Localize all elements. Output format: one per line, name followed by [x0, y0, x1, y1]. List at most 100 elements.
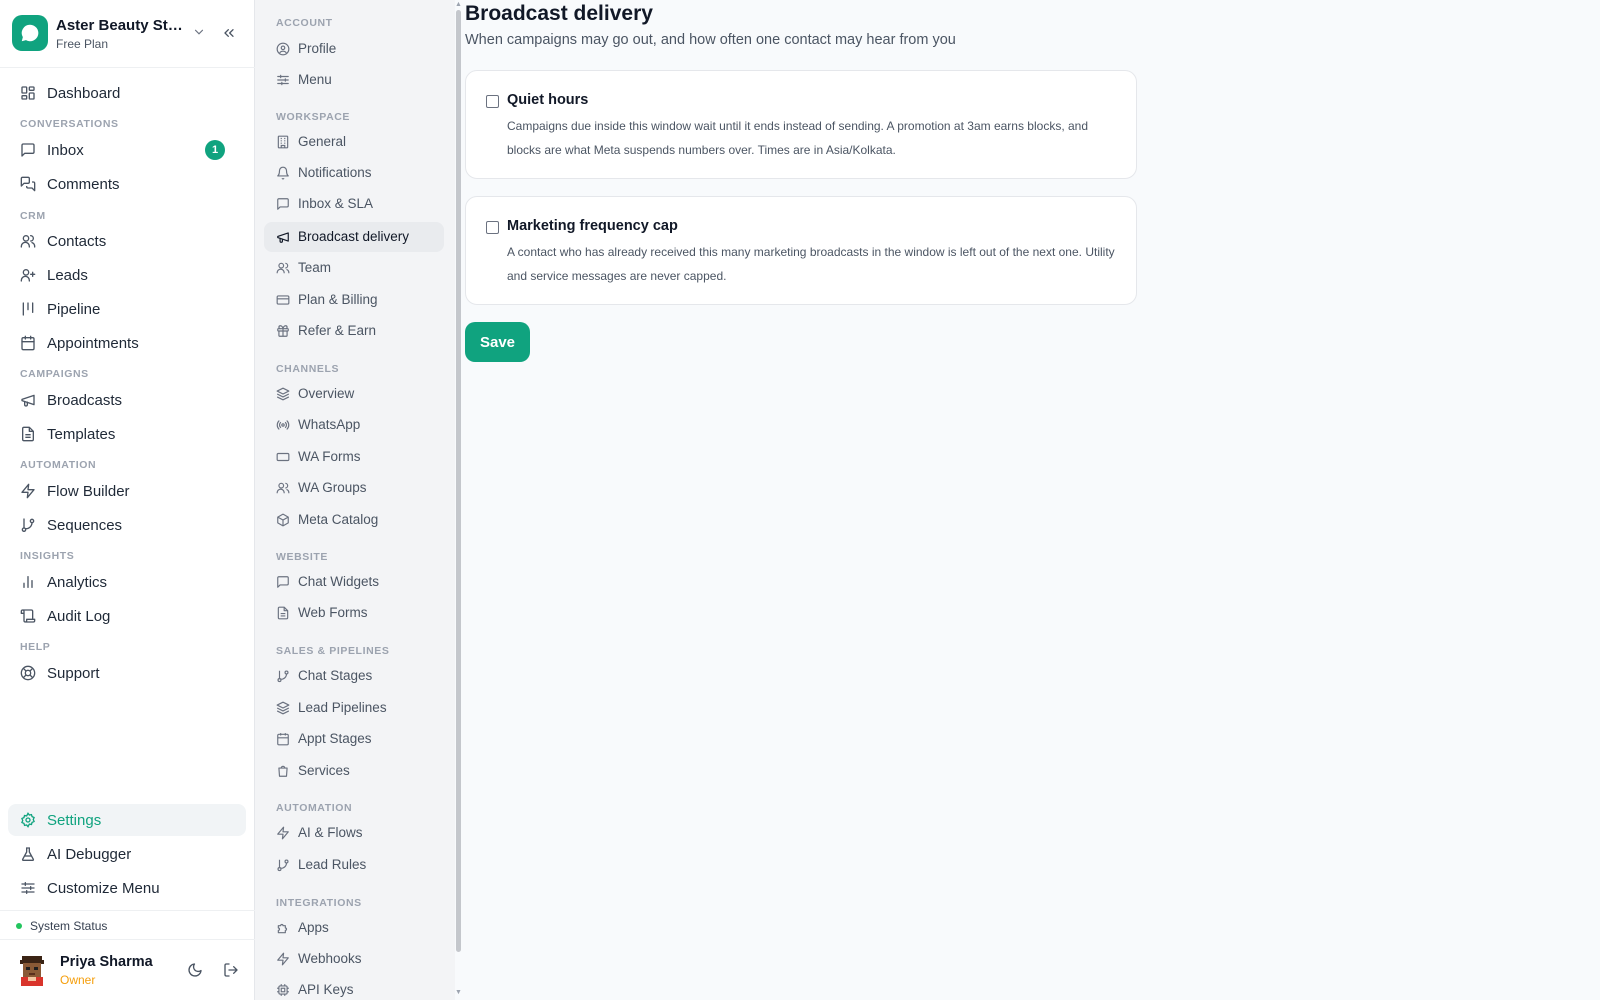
dashboard-icon [20, 85, 36, 101]
settings-item-plan-billing[interactable]: Plan & Billing [264, 285, 444, 315]
settings-item-general[interactable]: General [264, 127, 444, 157]
page-subtitle: When campaigns may go out, and how often… [465, 32, 956, 48]
chevron-down-icon[interactable] [192, 25, 206, 39]
nav-inbox-label: Inbox [47, 142, 84, 159]
avatar[interactable] [17, 954, 47, 986]
moon-icon[interactable] [187, 962, 203, 978]
puzzle-icon [276, 921, 290, 935]
settings-item-webhooks[interactable]: Webhooks [264, 944, 444, 974]
settings-item-broadcast-delivery[interactable]: Broadcast delivery [264, 222, 444, 252]
bell-icon [276, 166, 290, 180]
nav-customize-menu[interactable]: Customize Menu [8, 872, 246, 904]
settings-item-whatsapp[interactable]: WhatsApp [264, 410, 444, 440]
settings-item-notifications[interactable]: Notifications [264, 158, 444, 188]
nav-settings[interactable]: Settings [8, 804, 246, 836]
nav-comments[interactable]: Comments [8, 168, 246, 200]
nav-ai-debugger-label: AI Debugger [47, 846, 132, 863]
radio-icon [276, 418, 290, 432]
nav-appointments[interactable]: Appointments [8, 327, 246, 359]
nav-pipeline[interactable]: Pipeline [8, 293, 246, 325]
calendar-icon [276, 732, 290, 746]
nav-flow-builder[interactable]: Flow Builder [8, 475, 246, 507]
nav-audit-log[interactable]: Audit Log [8, 600, 246, 632]
settings-item-label: Broadcast delivery [298, 229, 410, 244]
save-button[interactable]: Save [465, 322, 530, 362]
system-status[interactable]: System Status [0, 910, 255, 940]
inbox-unread-badge: 1 [205, 140, 225, 160]
settings-item-label: Chat Widgets [298, 574, 380, 589]
nav-ai-debugger[interactable]: AI Debugger [8, 838, 246, 870]
settings-item-appt-stages[interactable]: Appt Stages [264, 724, 444, 754]
nav-templates[interactable]: Templates [8, 418, 246, 450]
messages-icon [20, 176, 36, 192]
zap-icon [20, 483, 36, 499]
nav-analytics[interactable]: Analytics [8, 566, 246, 598]
workspace-name: Aster Beauty Studio [56, 17, 186, 34]
nav-broadcasts-label: Broadcasts [47, 392, 123, 409]
settings-item-label: WhatsApp [298, 417, 361, 432]
zap-icon [276, 952, 290, 966]
quiet-hours-title: Quiet hours [507, 92, 589, 108]
settings-item-profile[interactable]: Profile [264, 34, 444, 64]
settings-item-label: Apps [298, 920, 329, 935]
sliders-icon [276, 73, 290, 87]
nav-dashboard[interactable]: Dashboard [8, 77, 246, 109]
zap-icon [276, 826, 290, 840]
settings-item-menu[interactable]: Menu [264, 65, 444, 95]
nav-inbox[interactable]: Inbox 1 [8, 134, 246, 166]
settings-item-label: Team [298, 260, 332, 275]
logout-icon[interactable] [223, 962, 239, 978]
page-title: Broadcast delivery [465, 2, 653, 25]
nav-customize-menu-label: Customize Menu [47, 880, 160, 897]
settings-item-label: Chat Stages [298, 668, 373, 683]
settings-item-label: Overview [298, 386, 355, 401]
settings-item-lead-rules[interactable]: Lead Rules [264, 850, 444, 880]
nav-broadcasts[interactable]: Broadcasts [8, 384, 246, 416]
workspace-switcher[interactable]: Aster Beauty Studio Free Plan [0, 0, 255, 68]
nav-contacts[interactable]: Contacts [8, 225, 246, 257]
quiet-hours-checkbox[interactable] [486, 95, 499, 108]
settings-item-web-forms[interactable]: Web Forms [264, 598, 444, 628]
sliders-icon [20, 880, 36, 896]
settings-section-integrations: INTEGRATIONS [276, 897, 362, 909]
layers-icon [276, 701, 290, 715]
settings-item-refer-earn[interactable]: Refer & Earn [264, 316, 444, 346]
settings-item-team[interactable]: Team [264, 253, 444, 283]
nav-support[interactable]: Support [8, 657, 246, 689]
settings-item-services[interactable]: Services [264, 756, 444, 786]
section-insights: INSIGHTS [20, 550, 75, 562]
nav-settings-label: Settings [47, 812, 102, 829]
settings-item-label: AI & Flows [298, 825, 363, 840]
settings-item-wa-forms[interactable]: WA Forms [264, 442, 444, 472]
settings-section-workspace: WORKSPACE [276, 111, 351, 123]
shopping-bag-icon [276, 764, 290, 778]
settings-item-label: Menu [298, 72, 332, 87]
status-dot [16, 923, 22, 929]
scroll-down-icon[interactable]: ▼ [455, 989, 462, 996]
settings-item-label: Lead Rules [298, 857, 367, 872]
scroll-up-icon[interactable]: ▲ [455, 1, 462, 8]
nav-leads[interactable]: Leads [8, 259, 246, 291]
settings-item-api-keys[interactable]: API Keys [264, 975, 444, 1000]
frequency-cap-description: A contact who has already received this … [507, 245, 1115, 283]
settings-item-overview[interactable]: Overview [264, 379, 444, 409]
settings-section-account: ACCOUNT [276, 17, 333, 29]
settings-item-lead-pipelines[interactable]: Lead Pipelines [264, 693, 444, 723]
settings-item-chat-stages[interactable]: Chat Stages [264, 661, 444, 691]
settings-item-inbox-sla[interactable]: Inbox & SLA [264, 189, 444, 219]
scrollbar-thumb[interactable] [456, 10, 461, 952]
frequency-cap-checkbox[interactable] [486, 221, 499, 234]
building-icon [276, 135, 290, 149]
collapse-sidebar-icon[interactable] [221, 25, 237, 41]
settings-item-label: Profile [298, 41, 337, 56]
settings-item-chat-widgets[interactable]: Chat Widgets [264, 567, 444, 597]
nav-support-label: Support [47, 665, 100, 682]
settings-item-label: Inbox & SLA [298, 196, 374, 211]
settings-item-ai-flows[interactable]: AI & Flows [264, 818, 444, 848]
git-branch-icon [276, 669, 290, 683]
nav-sequences[interactable]: Sequences [8, 509, 246, 541]
settings-item-wa-groups[interactable]: WA Groups [264, 473, 444, 503]
settings-item-meta-catalog[interactable]: Meta Catalog [264, 505, 444, 535]
quiet-hours-description: Campaigns due inside this window wait un… [507, 119, 1089, 157]
settings-item-apps[interactable]: Apps [264, 913, 444, 943]
